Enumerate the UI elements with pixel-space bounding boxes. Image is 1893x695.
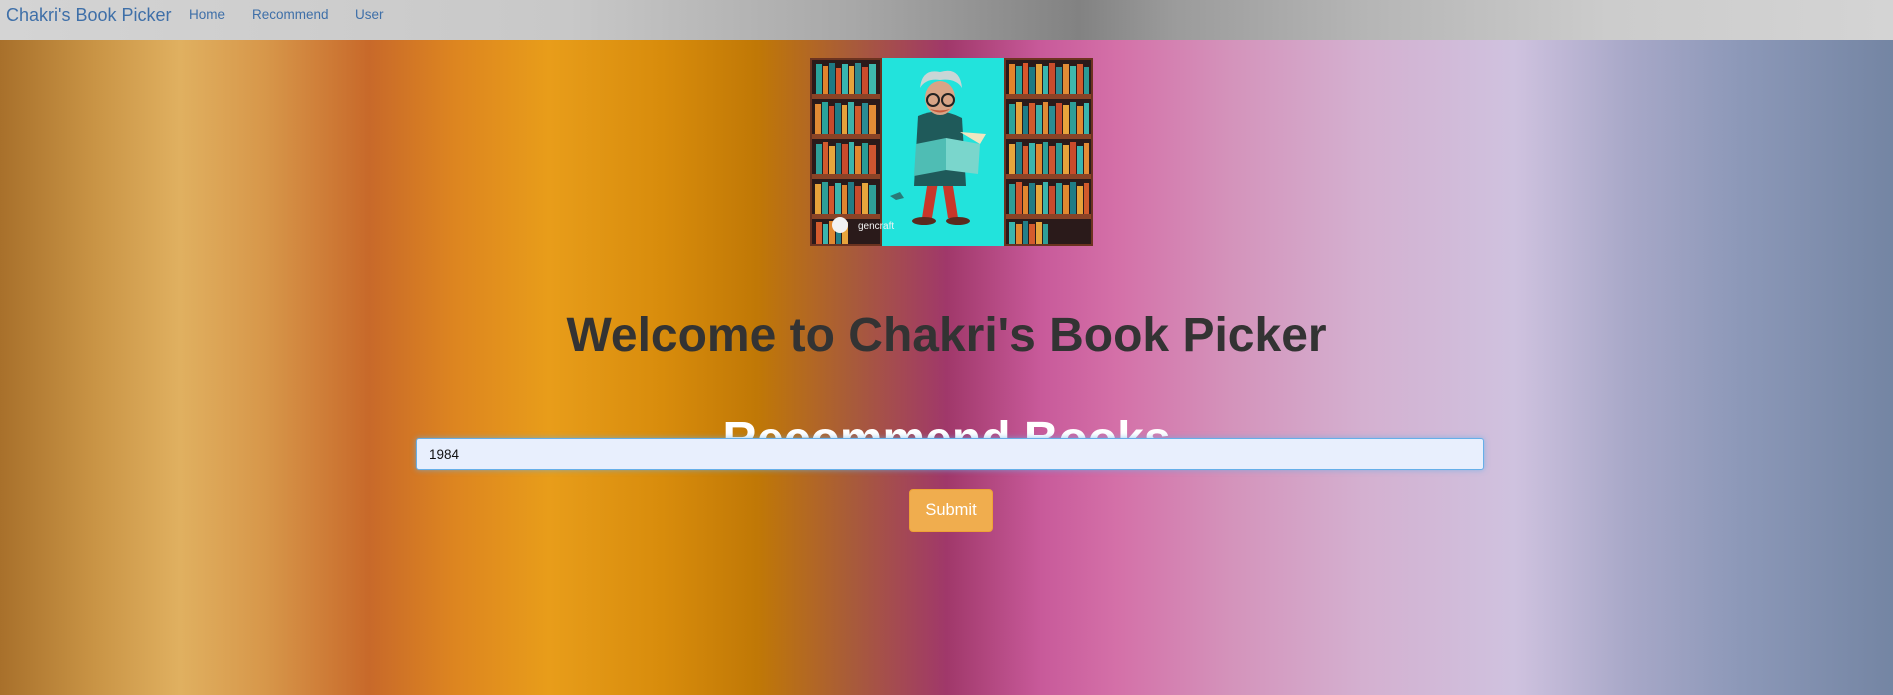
book-title-input[interactable]	[416, 438, 1484, 470]
submit-button[interactable]: Submit	[909, 489, 993, 532]
brand-link[interactable]: Chakri's Book Picker	[6, 5, 172, 26]
nav-link-user[interactable]: User	[355, 7, 384, 22]
librarian-illustration: gencraft	[810, 58, 1093, 246]
nav-link-recommend[interactable]: Recommend	[252, 7, 329, 22]
hero-illustration: gencraft	[810, 58, 1093, 246]
navbar: Chakri's Book Picker Home Recommend User	[0, 0, 1893, 40]
svg-text:gencraft: gencraft	[858, 221, 894, 232]
nav-link-home[interactable]: Home	[189, 7, 225, 22]
welcome-heading: Welcome to Chakri's Book Picker	[566, 309, 1327, 363]
